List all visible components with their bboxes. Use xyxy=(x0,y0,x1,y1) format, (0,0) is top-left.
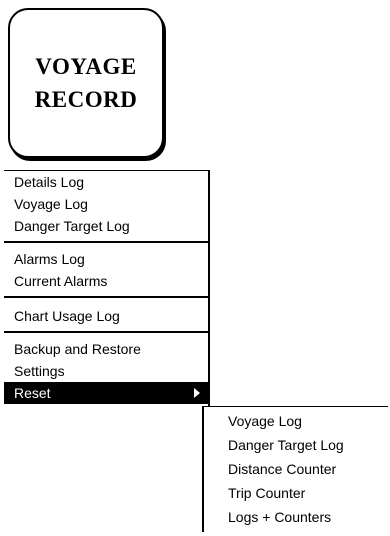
menu-item-label: Current Alarms xyxy=(14,273,108,289)
menu-item-current-alarms[interactable]: Current Alarms xyxy=(4,270,208,292)
menu-item-details-log[interactable]: Details Log xyxy=(4,171,208,193)
submenu-item-label: Logs + Counters xyxy=(228,509,332,525)
menu-item-label: Voyage Log xyxy=(14,196,88,212)
reset-submenu: Voyage Log Danger Target Log Distance Co… xyxy=(202,406,388,532)
submenu-item-label: Voyage Log xyxy=(228,413,302,429)
submenu-item-trip-counter[interactable]: Trip Counter xyxy=(204,482,388,504)
menu-item-alarms-log[interactable]: Alarms Log xyxy=(4,248,208,270)
voyage-record-button[interactable]: VOYAGE RECORD xyxy=(8,8,164,158)
menu-separator xyxy=(4,296,208,298)
submenu-item-label: Danger Target Log xyxy=(228,437,344,453)
menu-item-chart-usage-log[interactable]: Chart Usage Log xyxy=(4,305,208,327)
triangle-right-icon xyxy=(194,388,200,398)
menu-item-label: Backup and Restore xyxy=(14,341,141,357)
submenu-item-distance-counter[interactable]: Distance Counter xyxy=(204,458,388,480)
menu-item-label: Reset xyxy=(14,385,51,401)
submenu-item-label: Trip Counter xyxy=(228,485,306,501)
menu-item-reset[interactable]: Reset xyxy=(4,382,208,404)
submenu-item-logs-counters[interactable]: Logs + Counters xyxy=(204,506,388,528)
voyage-record-title-line-1: VOYAGE xyxy=(35,54,137,79)
menu-item-voyage-log[interactable]: Voyage Log xyxy=(4,193,208,215)
voyage-record-title-line-2: RECORD xyxy=(34,87,138,112)
voyage-record-menu: Details Log Voyage Log Danger Target Log… xyxy=(4,170,210,435)
menu-item-label: Alarms Log xyxy=(14,251,85,267)
submenu-item-label: Distance Counter xyxy=(228,461,337,477)
menu-item-label: Danger Target Log xyxy=(14,218,130,234)
menu-item-danger-target-log[interactable]: Danger Target Log xyxy=(4,215,208,237)
menu-separator xyxy=(4,331,208,333)
submenu-item-danger-target-log[interactable]: Danger Target Log xyxy=(204,434,388,456)
menu-item-label: Settings xyxy=(14,363,65,379)
submenu-item-voyage-log[interactable]: Voyage Log xyxy=(204,410,388,432)
menu-item-label: Chart Usage Log xyxy=(14,308,120,324)
menu-separator xyxy=(4,241,208,243)
menu-item-settings[interactable]: Settings xyxy=(4,360,208,382)
menu-item-backup-and-restore[interactable]: Backup and Restore xyxy=(4,338,208,360)
menu-item-label: Details Log xyxy=(14,174,85,190)
